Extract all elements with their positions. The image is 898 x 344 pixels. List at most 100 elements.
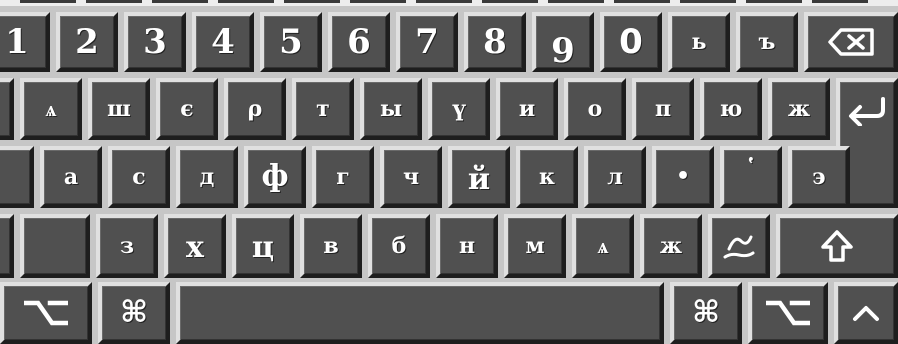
key-kha[interactable]: х	[164, 214, 226, 278]
key-titlo[interactable]	[708, 214, 770, 278]
space-bar[interactable]	[176, 282, 664, 344]
key-label: •	[675, 164, 691, 189]
key-label: п	[654, 96, 672, 122]
key-label: 6	[347, 22, 371, 62]
key-ka[interactable]: к	[516, 146, 578, 208]
key-ve[interactable]: в	[300, 214, 362, 278]
key-el[interactable]: л	[584, 146, 646, 208]
key-label: л	[607, 164, 623, 190]
key-edge	[746, 0, 802, 3]
key-label: 8	[483, 22, 507, 62]
left-command-key[interactable]: ⌘	[98, 282, 170, 344]
key-sha[interactable]: ш	[88, 78, 150, 140]
key-edge	[20, 0, 76, 3]
key-label: ы	[379, 96, 403, 122]
right-option-key[interactable]	[748, 282, 828, 344]
key-label: ѧ	[597, 233, 609, 259]
left-shift-key[interactable]	[20, 214, 90, 278]
up-arrow-key[interactable]	[834, 282, 898, 344]
key-breathing[interactable]: ῾	[720, 146, 782, 208]
titlo-icon	[721, 231, 757, 261]
key-1[interactable]: 1	[0, 12, 50, 72]
right-command-key[interactable]: ⌘	[670, 282, 742, 344]
key-edge	[284, 0, 340, 3]
key-edge	[482, 0, 538, 3]
key-0[interactable]: 0	[600, 12, 662, 72]
key-label: м	[525, 233, 545, 259]
key-label: э	[812, 164, 826, 190]
key-be[interactable]: б	[368, 214, 430, 278]
key-label: ч	[402, 164, 420, 190]
key-dot[interactable]: •	[652, 146, 714, 208]
key-edge	[548, 0, 604, 3]
key-ze[interactable]: з	[96, 214, 158, 278]
key-em[interactable]: м	[504, 214, 566, 278]
key-label: 0	[619, 22, 643, 62]
key-o[interactable]: о	[564, 78, 626, 140]
key-label: ж	[659, 233, 683, 259]
key-edge	[218, 0, 274, 3]
key-yus[interactable]: ѧ	[20, 78, 82, 140]
key-label: 7	[415, 22, 439, 62]
key-label: ρ	[247, 96, 263, 122]
key-small-yus[interactable]: ѧ	[572, 214, 634, 278]
key-label: г	[336, 164, 350, 190]
key-label: и	[518, 96, 536, 122]
key-3[interactable]: 3	[124, 12, 186, 72]
key-en[interactable]: н	[436, 214, 498, 278]
key-2[interactable]: 2	[56, 12, 118, 72]
key-er[interactable]: ρ	[224, 78, 286, 140]
key-label: ѧ	[45, 96, 57, 122]
key-zhe-lower[interactable]: ж	[640, 214, 702, 278]
key-label: с	[132, 164, 146, 190]
key-izhitsa[interactable]: ү	[428, 78, 490, 140]
option-icon	[766, 299, 810, 327]
key-e[interactable]: э	[788, 146, 850, 208]
command-icon: ⌘	[120, 295, 148, 330]
key-6[interactable]: 6	[328, 12, 390, 72]
key-short-i[interactable]: й	[448, 146, 510, 208]
key-label: б	[391, 233, 407, 259]
key-edge	[350, 0, 406, 3]
right-shift-key[interactable]	[776, 214, 898, 278]
key-label: к	[539, 164, 555, 190]
key-tse[interactable]: ц	[232, 214, 294, 278]
key-label: 3	[143, 22, 167, 62]
key-4[interactable]: 4	[192, 12, 254, 72]
key-label: ш	[107, 96, 131, 122]
key-de[interactable]: д	[176, 146, 238, 208]
key-label: ῾	[744, 156, 758, 186]
backspace-key[interactable]	[804, 12, 898, 72]
tab-key[interactable]	[0, 78, 14, 140]
up-arrow-icon	[851, 303, 881, 323]
key-9[interactable]: 9	[532, 12, 594, 72]
key-ie[interactable]: є	[156, 78, 218, 140]
caps-lock-key[interactable]	[0, 146, 34, 208]
key-zhe[interactable]: ж	[768, 78, 830, 140]
key-a[interactable]: а	[40, 146, 102, 208]
key-edge	[416, 0, 472, 3]
option-icon	[24, 299, 68, 327]
key-label: ю	[719, 96, 743, 122]
key-te[interactable]: т	[292, 78, 354, 140]
key-soft-sign[interactable]: ь	[668, 12, 730, 72]
key-es[interactable]: с	[108, 146, 170, 208]
key-8[interactable]: 8	[464, 12, 526, 72]
key-7[interactable]: 7	[396, 12, 458, 72]
key-5[interactable]: 5	[260, 12, 322, 72]
key-yu[interactable]: ю	[700, 78, 762, 140]
key-yery[interactable]: ы	[360, 78, 422, 140]
key-edge	[680, 0, 736, 3]
key-che[interactable]: ч	[380, 146, 442, 208]
key-i[interactable]: и	[496, 78, 558, 140]
backspace-icon	[827, 27, 875, 57]
key-edge	[86, 0, 142, 3]
key-ef[interactable]: ф	[244, 146, 306, 208]
key-label: в	[323, 233, 339, 259]
key-hard-sign[interactable]: ъ	[736, 12, 798, 72]
key-label: ү	[452, 96, 466, 122]
key-ge[interactable]: г	[312, 146, 374, 208]
left-edge-key[interactable]	[0, 214, 14, 278]
key-pe[interactable]: п	[632, 78, 694, 140]
left-option-key[interactable]	[0, 282, 92, 344]
